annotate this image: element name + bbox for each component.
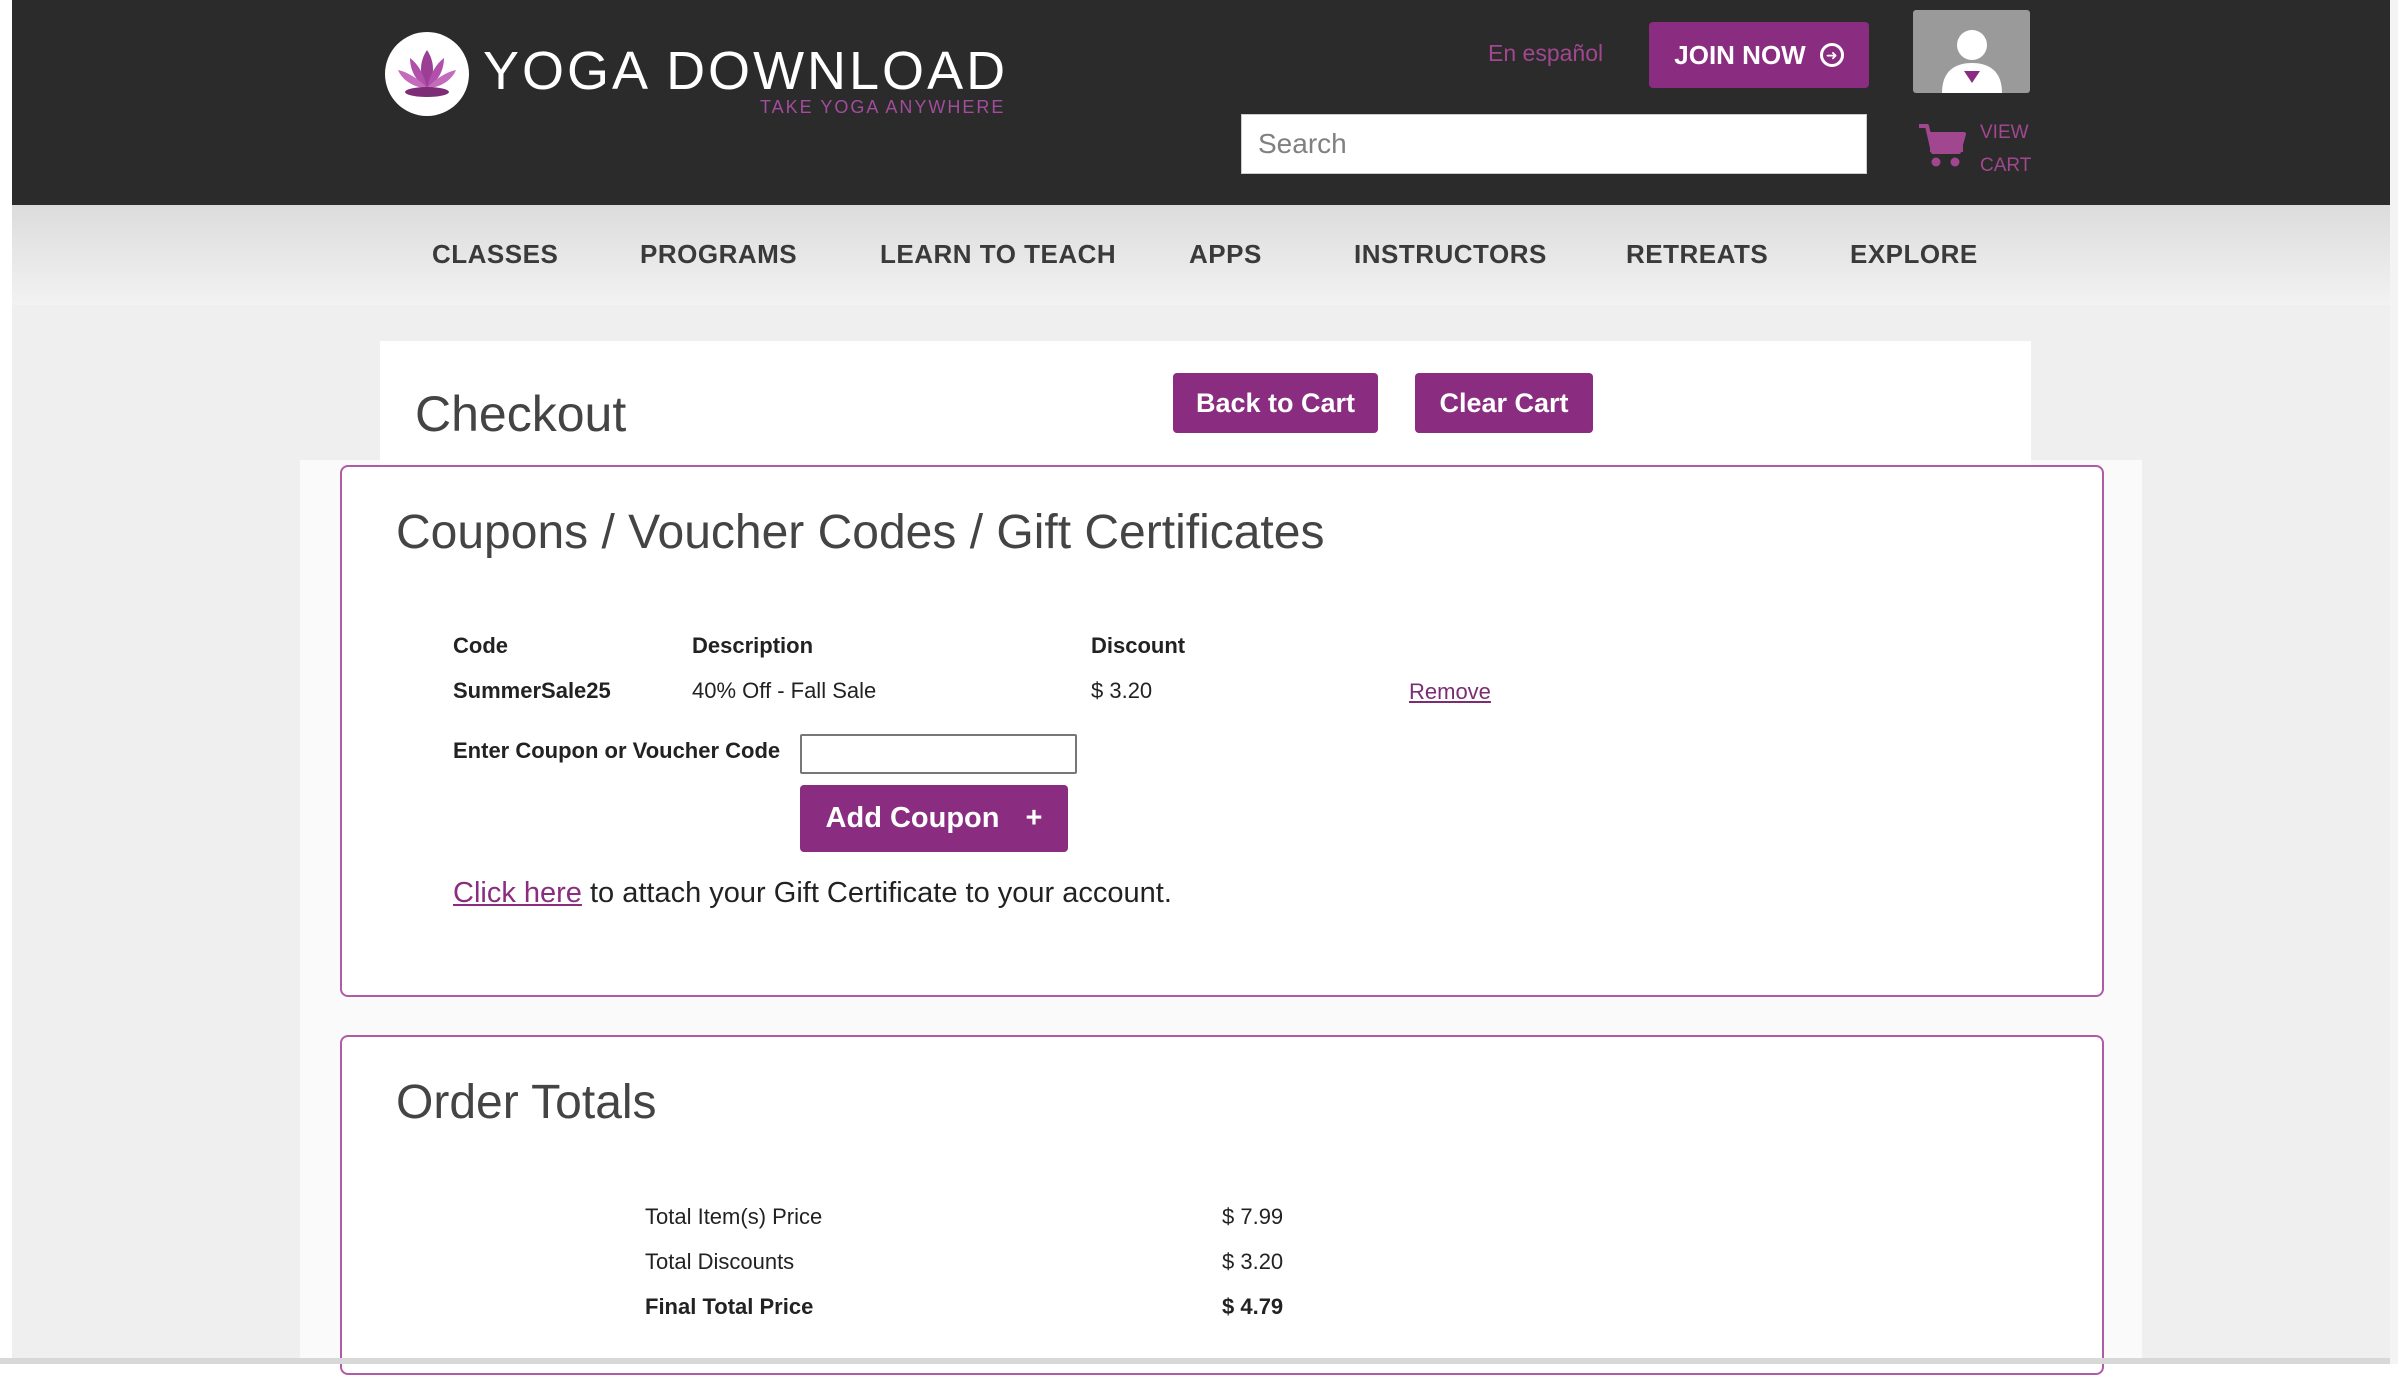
coupon-code: SummerSale25 (453, 678, 611, 703)
final-total-label: Final Total Price (645, 1294, 814, 1319)
arrow-circle-icon: ➜ (1819, 43, 1844, 67)
logo-tagline: TAKE YOGA ANYWHERE (760, 97, 1006, 117)
gift-certificate-line: Click here to attach your Gift Certifica… (453, 877, 1172, 910)
total-items-value: $ 7.99 (1222, 1204, 1284, 1229)
coupon-description-header: Description (692, 633, 814, 658)
add-coupon-button[interactable]: Add Coupon + (800, 785, 1068, 852)
account-button[interactable] (1913, 10, 2030, 93)
site-logo[interactable]: YOGA DOWNLOAD TAKE YOGA ANYWHERE (385, 32, 1025, 122)
clear-cart-button[interactable]: Clear Cart (1415, 373, 1593, 433)
user-icon (1941, 30, 2002, 93)
nav-item-apps[interactable]: APPS (1189, 239, 1262, 270)
bottom-edge (0, 1358, 2398, 1364)
lotus-logo-icon (385, 32, 469, 116)
nav-item-explore[interactable]: EXPLORE (1850, 239, 1978, 270)
add-coupon-label: Add Coupon (825, 802, 1000, 834)
back-to-cart-button[interactable]: Back to Cart (1173, 373, 1378, 433)
main-nav: CLASSES PROGRAMS LEARN TO TEACH APPS INS… (12, 205, 2390, 305)
search-input[interactable] (1241, 114, 1867, 174)
plus-icon: + (1025, 802, 1043, 834)
gift-certificate-link[interactable]: Click here (453, 877, 582, 909)
remove-coupon-link[interactable]: Remove (1409, 679, 1491, 705)
coupon-code-input[interactable] (800, 734, 1077, 774)
nav-item-classes[interactable]: CLASSES (432, 239, 558, 270)
coupons-title: Coupons / Voucher Codes / Gift Certifica… (396, 506, 1325, 559)
coupon-description: 40% Off - Fall Sale (692, 678, 877, 703)
nav-item-learn-to-teach[interactable]: LEARN TO TEACH (880, 239, 1116, 270)
join-now-button[interactable]: JOIN NOW ➜ (1649, 22, 1869, 88)
nav-item-programs[interactable]: PROGRAMS (640, 239, 797, 270)
final-total-value: $ 4.79 (1222, 1294, 1284, 1319)
logo-name: YOGA DOWNLOAD (483, 41, 1009, 101)
cart-icon (1919, 124, 1966, 167)
total-discounts-value: $ 3.20 (1222, 1249, 1284, 1274)
total-items-label: Total Item(s) Price (645, 1204, 823, 1229)
total-discounts-label: Total Discounts (645, 1249, 795, 1274)
join-now-label: JOIN NOW (1674, 39, 1806, 70)
cart-label: VIEW CART (1980, 122, 2032, 176)
view-cart-link[interactable]: VIEW CART (1917, 112, 2037, 178)
window-edge (2390, 0, 2398, 1364)
gift-certificate-text: to attach your Gift Certificate to your … (581, 877, 1172, 909)
enter-coupon-label: Enter Coupon or Voucher Code (453, 738, 781, 763)
coupon-discount: $ 3.20 (1091, 678, 1153, 703)
order-totals-title: Order Totals (396, 1076, 657, 1129)
page-title: Checkout (415, 386, 627, 442)
coupon-discount-header: Discount (1091, 633, 1186, 658)
coupon-code-header: Code (453, 633, 508, 658)
language-link[interactable]: En español (1488, 40, 1603, 67)
nav-item-retreats[interactable]: RETREATS (1626, 239, 1768, 270)
nav-item-instructors[interactable]: INSTRUCTORS (1354, 239, 1547, 270)
